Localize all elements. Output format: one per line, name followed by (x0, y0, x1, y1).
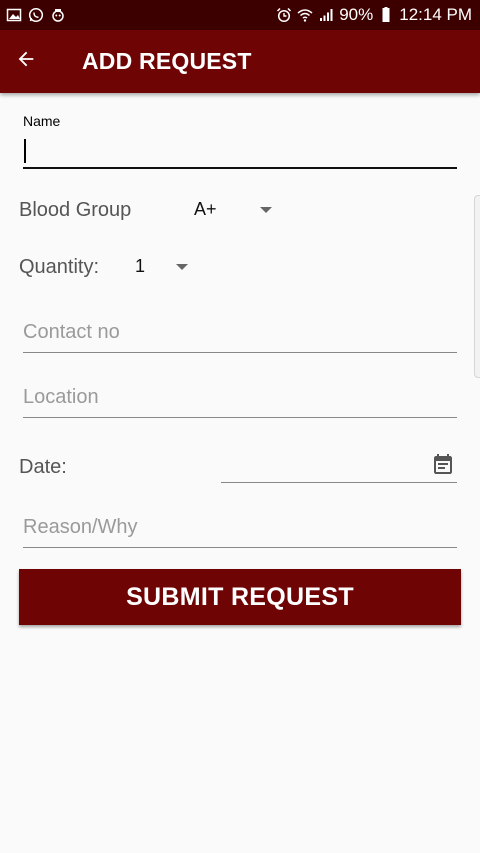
blood-group-spinner[interactable]: A+ (194, 199, 272, 220)
notification-icon (50, 7, 66, 23)
dropdown-arrow-icon (176, 263, 189, 270)
page-title: ADD REQUEST (82, 48, 252, 74)
back-button[interactable] (0, 30, 54, 93)
date-field[interactable] (221, 448, 457, 483)
name-label: Name (23, 113, 61, 129)
contact-field[interactable] (23, 313, 457, 353)
text-cursor (24, 139, 26, 163)
location-field[interactable] (23, 378, 457, 418)
whatsapp-icon (28, 7, 44, 23)
signal-icon (318, 7, 334, 23)
blood-group-value: A+ (194, 199, 217, 219)
status-bar: 90% 12:14 PM (0, 0, 480, 30)
app-bar: ADD REQUEST (0, 30, 480, 93)
arrow-left-icon (15, 48, 37, 75)
calendar-icon[interactable] (431, 452, 455, 476)
quantity-spinner[interactable]: 1 (135, 256, 189, 277)
clock: 12:14 PM (399, 5, 472, 24)
wifi-icon (297, 7, 313, 23)
submit-request-button[interactable]: SUBMIT REQUEST (19, 569, 461, 625)
edge-panel-handle[interactable] (474, 195, 480, 378)
status-left-icons (6, 7, 66, 23)
alarm-icon (276, 7, 292, 23)
reason-field[interactable] (23, 508, 457, 548)
gallery-icon (6, 7, 22, 23)
battery-percent: 90% (339, 5, 374, 24)
blood-group-label: Blood Group (19, 199, 132, 221)
dropdown-arrow-icon (259, 206, 272, 213)
name-field[interactable] (23, 133, 457, 169)
status-right-icons: 90% 12:14 PM (276, 5, 472, 25)
add-request-form: Name Blood Group A+ Quantity: 1 Date: SU… (0, 93, 480, 853)
quantity-value: 1 (135, 256, 146, 276)
quantity-label: Quantity: (19, 256, 100, 278)
date-label: Date: (19, 456, 67, 478)
battery-icon (378, 7, 394, 23)
